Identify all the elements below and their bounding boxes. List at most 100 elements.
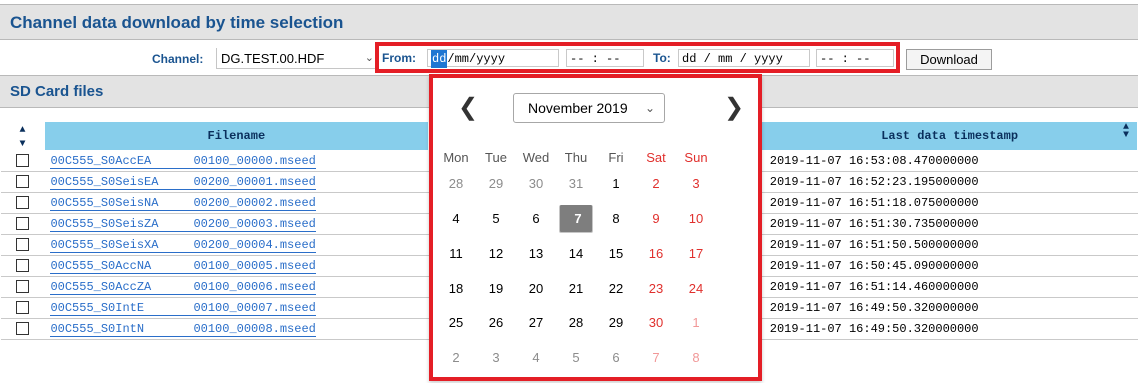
row-checkbox[interactable] [15,154,29,168]
row-checkbox[interactable] [15,196,29,210]
filename-cell[interactable]: 00C555_S0IntE 00100_00007.mseed [44,297,429,319]
day-cell[interactable]: 30 [639,309,673,337]
chevron-left-icon[interactable]: ❮ [458,96,478,120]
day-cell[interactable]: 7 [639,344,673,372]
day-cell[interactable]: 23 [639,275,673,303]
last-timestamp-cell: 2019-11-07 16:53:08.470000000 [761,150,1138,172]
day-cell[interactable]: 5 [559,344,593,372]
filename-link-part2[interactable]: 00200_00004.mseed [193,237,316,253]
row-checkbox[interactable] [15,322,29,336]
channel-download-title: Channel data download by time selection [10,13,344,32]
filename-link-part2[interactable]: 00100_00005.mseed [193,258,316,274]
filename-cell[interactable]: 00C555_S0IntN 00100_00008.mseed [44,318,429,340]
sort-icon[interactable]: ▲ ▼ [19,125,25,150]
day-cell[interactable]: 27 [519,309,553,337]
filename-link-part2[interactable]: 00100_00000.mseed [193,153,316,169]
day-cell[interactable]: 31 [559,170,593,198]
day-cell[interactable]: 10 [679,205,713,233]
last-timestamp-cell: 2019-11-07 16:50:45.090000000 [761,255,1138,277]
row-checkbox[interactable] [15,259,29,273]
day-cell[interactable]: 2 [439,344,473,372]
day-cell[interactable]: 16 [639,240,673,268]
filename-link-part1[interactable]: 00C555_S0SeisZA [50,217,194,232]
day-cell[interactable]: 17 [679,240,713,268]
chevron-right-icon[interactable]: ❯ [724,96,744,120]
day-cell[interactable]: 8 [679,344,713,372]
from-day-segment[interactable]: dd [431,50,448,68]
day-cell[interactable]: 19 [479,275,513,303]
filename-link-part2[interactable]: 00100_00008.mseed [193,321,316,337]
row-checkbox[interactable] [15,301,29,315]
from-month-segment[interactable]: mm [455,50,469,68]
row-checkbox[interactable] [15,175,29,189]
day-cell[interactable]: 3 [679,170,713,198]
month-year-select[interactable]: November 2019 ⌄ [513,93,665,123]
day-cell[interactable]: 18 [439,275,473,303]
day-cell[interactable]: 20 [519,275,553,303]
day-cell[interactable]: 1 [679,309,713,337]
from-date-input[interactable]: dd / mm / yyyy [427,49,559,68]
filename-link-part1[interactable]: 00C555_S0AccZA [50,280,194,295]
day-cell[interactable]: 6 [599,344,633,372]
day-cell[interactable]: 22 [599,275,633,303]
month-year-value: November 2019 [528,100,628,116]
day-cell[interactable]: 15 [599,240,633,268]
row-checkbox[interactable] [15,238,29,252]
day-cell[interactable]: 5 [479,205,513,233]
day-cell[interactable]: 29 [599,309,633,337]
filename-cell[interactable]: 00C555_S0SeisEA 00200_00001.mseed [44,171,429,193]
filename-link-part1[interactable]: 00C555_S0AccEA [50,154,194,169]
filename-cell[interactable]: 00C555_S0SeisZA 00200_00003.mseed [44,213,429,235]
filename-link-part2[interactable]: 00200_00001.mseed [193,174,316,190]
last-timestamp-column-header[interactable]: Last data timestamp ▲ ▼ [761,121,1138,151]
day-cell[interactable]: 28 [559,309,593,337]
day-cell[interactable]: 1 [599,170,633,198]
day-cell[interactable]: 4 [519,344,553,372]
filename-cell[interactable]: 00C555_S0SeisXA 00200_00004.mseed [44,234,429,256]
channel-select[interactable]: DG.TEST.00.HDF ⌄ [216,48,377,69]
filename-link-part1[interactable]: 00C555_S0IntN [50,322,194,337]
filename-link-part2[interactable]: 00100_00007.mseed [193,300,316,316]
filename-column-header[interactable]: Filename [43,121,429,151]
download-button[interactable]: Download [906,49,992,70]
day-cell[interactable]: 26 [479,309,513,337]
day-cell[interactable]: 14 [559,240,593,268]
day-cell[interactable]: 13 [519,240,553,268]
filename-link-part1[interactable]: 00C555_S0SeisNA [50,196,194,211]
day-cell[interactable]: 30 [519,170,553,198]
day-cell[interactable]: 12 [479,240,513,268]
row-checkbox[interactable] [15,217,29,231]
filename-cell[interactable]: 00C555_S0AccZA 00100_00006.mseed [44,276,429,298]
day-cell[interactable]: 28 [439,170,473,198]
from-year-segment[interactable]: yyyy [476,50,505,68]
day-cell[interactable]: 6 [519,205,553,233]
select-column-header[interactable]: ▲ ▼ [0,121,45,151]
filename-cell[interactable]: 00C555_S0AccEA 00100_00000.mseed [44,150,429,172]
day-cell[interactable]: 8 [599,205,633,233]
to-date-input[interactable]: dd / mm / yyyy [678,49,810,67]
weekday-label: Fri [608,150,624,165]
day-cell[interactable]: 24 [679,275,713,303]
filename-link-part1[interactable]: 00C555_S0SeisXA [50,238,194,253]
sort-icon[interactable]: ▲ ▼ [1123,123,1129,141]
day-cell[interactable]: 25 [439,309,473,337]
day-cell[interactable]: 11 [439,240,473,268]
filename-link-part1[interactable]: 00C555_S0SeisEA [50,175,194,190]
day-cell[interactable]: 9 [639,205,673,233]
filename-link-part2[interactable]: 00200_00003.mseed [193,216,316,232]
row-checkbox[interactable] [15,280,29,294]
from-time-input[interactable]: -- : -- [566,49,644,67]
filename-link-part1[interactable]: 00C555_S0IntE [50,301,194,316]
to-time-input[interactable]: -- : -- [816,49,894,67]
filename-link-part2[interactable]: 00200_00002.mseed [193,195,316,211]
filename-cell[interactable]: 00C555_S0AccNA 00100_00005.mseed [44,255,429,277]
day-cell[interactable]: 29 [479,170,513,198]
day-cell[interactable]: 4 [439,205,473,233]
day-cell[interactable]: 3 [479,344,513,372]
filename-link-part1[interactable]: 00C555_S0AccNA [50,259,194,274]
selected-day-cell[interactable]: 7 [559,205,593,233]
day-cell[interactable]: 21 [559,275,593,303]
filename-link-part2[interactable]: 00100_00006.mseed [193,279,316,295]
day-cell[interactable]: 2 [639,170,673,198]
filename-cell[interactable]: 00C555_S0SeisNA 00200_00002.mseed [44,192,429,214]
